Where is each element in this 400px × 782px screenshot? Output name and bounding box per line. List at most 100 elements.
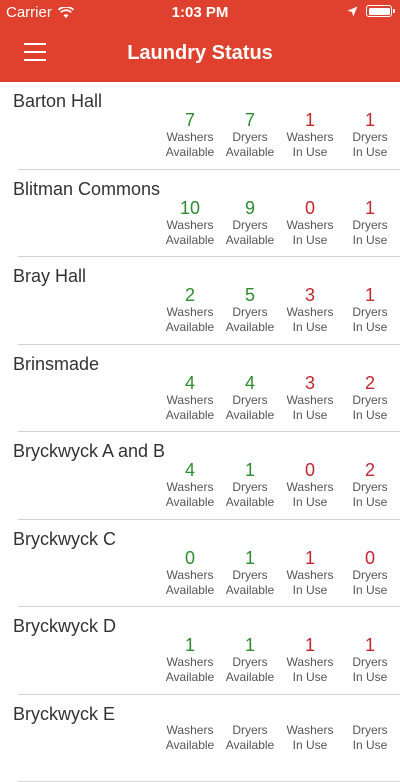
stat-washers-in-use: 3Washers In Use [280, 285, 340, 335]
stat-label: Dryers Available [220, 305, 280, 335]
status-icons [347, 5, 392, 17]
stat-value: 0 [340, 548, 400, 568]
stat-label: Dryers In Use [340, 723, 400, 753]
stat-label: Washers In Use [280, 723, 340, 753]
stat-dryers-available: 7Dryers Available [220, 110, 280, 160]
stat-washers-in-use: 1Washers In Use [280, 548, 340, 598]
hall-stats: 4Washers Available4Dryers Available3Wash… [160, 373, 400, 423]
stat-dryers-available: 9Dryers Available [220, 198, 280, 248]
stat-label: Washers Available [160, 480, 220, 510]
hall-name: Barton Hall [13, 91, 102, 112]
location-arrow-icon [347, 6, 358, 17]
stat-label: Washers Available [160, 305, 220, 335]
stat-label: Dryers Available [220, 480, 280, 510]
stat-value: 1 [340, 110, 400, 130]
stat-washers-in-use: 1Washers In Use [280, 110, 340, 160]
hall-row[interactable]: Bray Hall 2Washers Available5Dryers Avail… [0, 257, 400, 345]
hall-name: Blitman Commons [13, 179, 160, 200]
stat-washers-in-use: 0Washers In Use [280, 460, 340, 510]
hall-row[interactable]: Brinsmade 4Washers Available4Dryers Avail… [0, 345, 400, 433]
stat-dryers-in-use: 2Dryers In Use [340, 460, 400, 510]
stat-value: 3 [280, 373, 340, 393]
stat-label: Washers In Use [280, 305, 340, 335]
stat-value: 1 [340, 198, 400, 218]
stat-dryers-in-use: 1Dryers In Use [340, 110, 400, 160]
stat-value: 4 [160, 460, 220, 480]
stat-dryers-in-use: Dryers In Use [340, 723, 400, 753]
page-title: Laundry Status [0, 42, 400, 65]
status-bar: Carrier 1:03 PM [0, 0, 400, 26]
stat-label: Washers In Use [280, 480, 340, 510]
stat-washers-in-use: 1Washers In Use [280, 635, 340, 685]
stat-value: 0 [280, 460, 340, 480]
stat-label: Dryers In Use [340, 480, 400, 510]
stat-value: 2 [340, 460, 400, 480]
stat-value: 5 [220, 285, 280, 305]
stat-label: Dryers In Use [340, 218, 400, 248]
stat-dryers-available: 4Dryers Available [220, 373, 280, 423]
hall-name: Bryckwyck E [13, 704, 115, 725]
hall-name: Bryckwyck A and B [13, 441, 165, 462]
stat-value: 7 [220, 110, 280, 130]
stat-label: Washers In Use [280, 393, 340, 423]
hall-stats: 0Washers Available1Dryers Available1Wash… [160, 548, 400, 598]
stat-washers-available: 2Washers Available [160, 285, 220, 335]
hall-name: Bryckwyck C [13, 529, 116, 550]
stat-dryers-in-use: 2Dryers In Use [340, 373, 400, 423]
stat-label: Washers Available [160, 568, 220, 598]
stat-value: 1 [280, 110, 340, 130]
stat-label: Dryers Available [220, 218, 280, 248]
hall-row[interactable]: Bryckwyck D1Washers Available1Dryers Ava… [0, 607, 400, 695]
hall-stats: Washers AvailableDryers AvailableWashers… [160, 723, 400, 753]
stat-dryers-in-use: 0Dryers In Use [340, 548, 400, 598]
app-header: Carrier 1:03 PM Laundry Status [0, 0, 400, 82]
stat-washers-available: Washers Available [160, 723, 220, 753]
stat-value: 0 [160, 548, 220, 568]
stat-value: 7 [160, 110, 220, 130]
battery-icon [366, 5, 392, 17]
hall-stats: 4Washers Available1Dryers Available0Wash… [160, 460, 400, 510]
stat-dryers-available: 1Dryers Available [220, 548, 280, 598]
stat-value: 1 [220, 460, 280, 480]
stat-value: 1 [340, 285, 400, 305]
hall-list[interactable]: Barton Hall7Washers Available7Dryers Ava… [0, 82, 400, 782]
hall-row[interactable]: Blitman Commons10Washers Available9Dryer… [0, 170, 400, 258]
stat-washers-available: 7Washers Available [160, 110, 220, 160]
stat-value: 1 [340, 635, 400, 655]
stat-label: Dryers In Use [340, 305, 400, 335]
stat-value: 10 [160, 198, 220, 218]
hall-row[interactable]: Bryckwyck C0Washers Available1Dryers Ava… [0, 520, 400, 608]
stat-label: Washers In Use [280, 655, 340, 685]
stat-label: Dryers Available [220, 723, 280, 753]
stat-washers-available: 4Washers Available [160, 460, 220, 510]
stat-washers-in-use: Washers In Use [280, 723, 340, 753]
stat-label: Washers Available [160, 130, 220, 160]
stat-washers-available: 4Washers Available [160, 373, 220, 423]
stat-label: Dryers In Use [340, 393, 400, 423]
stat-label: Washers In Use [280, 568, 340, 598]
stat-value: 9 [220, 198, 280, 218]
hall-stats: 2Washers Available5Dryers Available3Wash… [160, 285, 400, 335]
stat-dryers-in-use: 1Dryers In Use [340, 198, 400, 248]
stat-label: Washers Available [160, 218, 220, 248]
hall-name: Brinsmade [13, 354, 99, 375]
hall-stats: 1Washers Available1Dryers Available1Wash… [160, 635, 400, 685]
stat-label: Washers In Use [280, 130, 340, 160]
stat-label: Washers Available [160, 655, 220, 685]
hall-row[interactable]: Bryckwyck A and B4Washers Available1Drye… [0, 432, 400, 520]
hall-name: Bray Hall [13, 266, 86, 287]
stat-value: 1 [280, 635, 340, 655]
stat-value: 0 [280, 198, 340, 218]
stat-value: 1 [160, 635, 220, 655]
stat-label: Washers Available [160, 723, 220, 753]
stat-value: 2 [160, 285, 220, 305]
hall-row[interactable]: Barton Hall 7Washers Available7Dryers Ava… [0, 82, 400, 170]
stat-label: Dryers Available [220, 568, 280, 598]
stat-washers-in-use: 0Washers In Use [280, 198, 340, 248]
stat-label: Dryers In Use [340, 568, 400, 598]
stat-label: Washers Available [160, 393, 220, 423]
stat-value: 4 [160, 373, 220, 393]
stat-washers-available: 0Washers Available [160, 548, 220, 598]
hall-row[interactable]: Bryckwyck E Washers AvailableDryers Avail… [0, 695, 400, 782]
stat-label: Dryers In Use [340, 655, 400, 685]
